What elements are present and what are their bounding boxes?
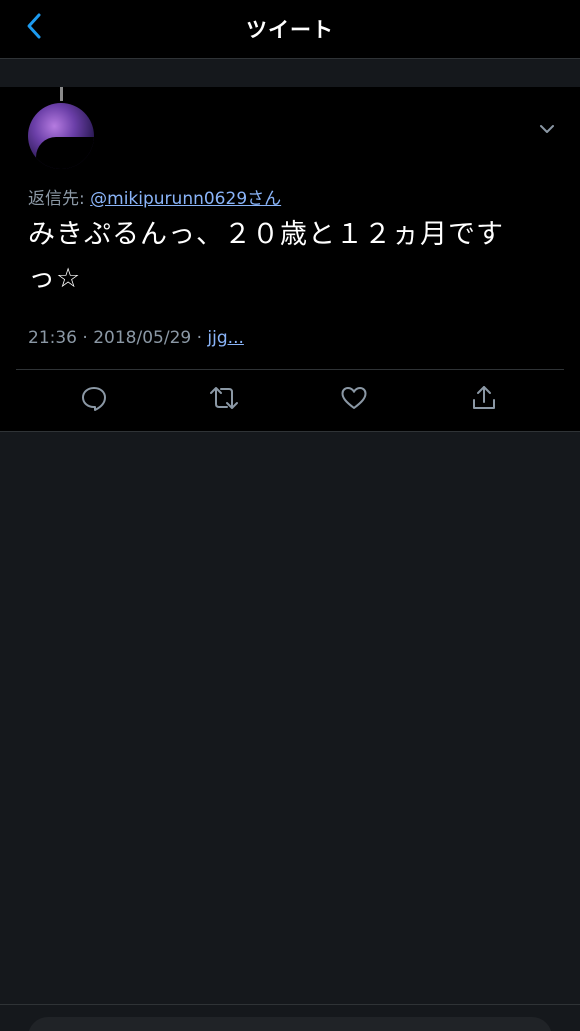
more-options-button[interactable] <box>536 117 558 139</box>
bottom-reply-bar <box>0 1004 580 1031</box>
retweet-icon <box>208 384 240 416</box>
reply-compose-field[interactable] <box>28 1017 552 1031</box>
meta-separator-2: · <box>191 328 208 348</box>
tweet-text: みきぷるんっ、２０歳と１２ヵ月です っ☆ <box>28 213 548 301</box>
retweet-button[interactable] <box>207 383 241 417</box>
avatar-marker <box>60 87 63 101</box>
avatar-redaction <box>36 137 94 169</box>
share-button[interactable] <box>467 383 501 417</box>
share-icon <box>470 384 498 416</box>
tweet-source-link[interactable]: jjg... <box>207 328 243 348</box>
page-title: ツイート <box>246 18 334 42</box>
reply-to-label: 返信先: <box>28 189 91 209</box>
chevron-down-icon <box>539 119 555 138</box>
avatar[interactable] <box>28 103 94 169</box>
tweet-time: 21:36 <box>28 328 77 348</box>
header-spacer <box>0 59 580 87</box>
tweet-card: 返信先: @mikipurunn0629さん みきぷるんっ、２０歳と１２ヵ月です… <box>0 87 580 432</box>
header-bar: ツイート <box>0 0 580 59</box>
divider <box>16 369 564 370</box>
heart-icon <box>340 385 368 415</box>
tweet-date: 2018/05/29 <box>93 328 192 348</box>
like-button[interactable] <box>337 383 371 417</box>
reply-to-handle-link[interactable]: @mikipurunn0629さん <box>90 189 281 209</box>
tweet-detail-screen: ツイート 返信先: @mikipurunn0629さん みきぷるんっ、２０歳と１… <box>0 0 580 1031</box>
comment-icon <box>80 384 108 416</box>
tweet-text-line-2: っ☆ <box>28 263 82 294</box>
action-bar <box>0 383 580 417</box>
reply-button[interactable] <box>77 383 111 417</box>
reply-to-line: 返信先: @mikipurunn0629さん <box>28 184 281 209</box>
meta-separator: · <box>77 328 94 348</box>
tweet-text-line-1: みきぷるんっ、２０歳と１２ヵ月です <box>28 219 504 250</box>
tweet-meta: 21:36 · 2018/05/29 · jjg... <box>28 328 244 348</box>
